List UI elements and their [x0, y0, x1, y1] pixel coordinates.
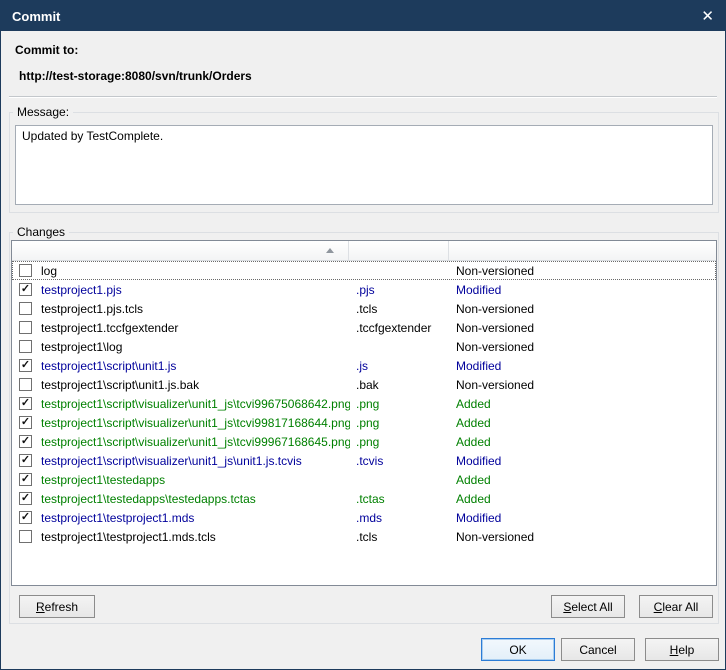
extension-cell: .tctas	[350, 492, 450, 506]
checkbox-unchecked-icon[interactable]	[19, 321, 32, 334]
changes-table: logNon-versioned✓testproject1.pjs.pjsMod…	[11, 240, 717, 586]
table-row[interactable]: testproject1\script\unit1.js.bak.bakNon-…	[12, 375, 716, 394]
extension-cell: .bak	[350, 378, 450, 392]
status-cell: Non-versioned	[450, 264, 715, 278]
checkbox-checked-icon[interactable]: ✓	[19, 454, 32, 467]
clear-all-button[interactable]: Clear All	[639, 595, 713, 618]
changes-list: logNon-versioned✓testproject1.pjs.pjsMod…	[12, 261, 716, 585]
commit-dialog: { "window": { "title": "Commit", "close_…	[0, 0, 726, 670]
file-name-cell: testproject1.pjs	[41, 283, 350, 297]
checkbox-checked-icon[interactable]: ✓	[19, 492, 32, 505]
extension-cell: .png	[350, 435, 450, 449]
table-row[interactable]: log Non-versioned	[12, 261, 716, 280]
table-row[interactable]: ✓ testproject1\script\visualizer\unit1_js…	[12, 432, 716, 451]
table-row[interactable]: testproject1\testproject1.mds.tcls.tclsN…	[12, 527, 716, 546]
commit-to-label: Commit to:	[15, 43, 78, 57]
commit-url: http://test-storage:8080/svn/trunk/Order…	[19, 69, 252, 83]
extension-cell: .mds	[350, 511, 450, 525]
status-cell: Added	[450, 492, 715, 506]
table-row[interactable]: ✓ testproject1\script\visualizer\unit1_js…	[12, 451, 716, 470]
extension-cell: .tcls	[350, 530, 450, 544]
checkbox-unchecked-icon[interactable]	[19, 264, 32, 277]
file-name-cell: testproject1\script\visualizer\unit1_js\…	[41, 435, 350, 449]
file-name-cell: testproject1\script\visualizer\unit1_js\…	[41, 416, 350, 430]
table-header	[12, 241, 716, 261]
file-name-cell: testproject1\script\unit1.js.bak	[41, 378, 350, 392]
checkbox-checked-icon[interactable]: ✓	[19, 435, 32, 448]
file-name-cell: testproject1\testproject1.mds	[41, 511, 350, 525]
table-row[interactable]: testproject1\log Non-versioned	[12, 337, 716, 356]
table-row[interactable]: ✓ testproject1\script\visualizer\unit1_js…	[12, 394, 716, 413]
file-name-cell: testproject1\script\unit1.js	[41, 359, 350, 373]
file-name-cell: testproject1\log	[41, 340, 350, 354]
status-cell: Added	[450, 435, 715, 449]
title-bar[interactable]: Commit ✕	[1, 1, 725, 31]
extension-cell: .js	[350, 359, 450, 373]
table-row[interactable]: ✓ testproject1\testedapps\testedapps.tcta…	[12, 489, 716, 508]
checkbox-unchecked-icon[interactable]	[19, 378, 32, 391]
extension-cell: .tccfgextender	[350, 321, 450, 335]
status-cell: Modified	[450, 359, 715, 373]
checkbox-checked-icon[interactable]: ✓	[19, 473, 32, 486]
extension-cell: .tcls	[350, 302, 450, 316]
status-cell: Non-versioned	[450, 302, 715, 316]
extension-cell: .tcvis	[350, 454, 450, 468]
status-cell: Modified	[450, 283, 715, 297]
status-cell: Non-versioned	[450, 378, 715, 392]
file-name-cell: testproject1\testedapps\testedapps.tctas	[41, 492, 350, 506]
table-row[interactable]: ✓ testproject1\testproject1.mds.mdsModifi…	[12, 508, 716, 527]
status-cell: Added	[450, 473, 715, 487]
table-row[interactable]: ✓ testproject1.pjs.pjsModified	[12, 280, 716, 299]
extension-cell: .png	[350, 397, 450, 411]
status-cell: Non-versioned	[450, 340, 715, 354]
file-name-cell: testproject1\script\visualizer\unit1_js\…	[41, 454, 350, 468]
file-name-cell: testproject1.pjs.tcls	[41, 302, 350, 316]
window-title: Commit	[12, 9, 60, 24]
message-input[interactable]: Updated by TestComplete.	[15, 125, 713, 205]
column-header-status[interactable]	[449, 241, 716, 260]
file-name-cell: testproject1\testedapps	[41, 473, 350, 487]
column-header-extension[interactable]	[349, 241, 449, 260]
ok-button[interactable]: OK	[481, 638, 555, 661]
select-all-button[interactable]: Select All	[551, 595, 625, 618]
close-icon[interactable]: ✕	[701, 9, 714, 24]
table-row[interactable]: testproject1.pjs.tcls.tclsNon-versioned	[12, 299, 716, 318]
file-name-cell: testproject1.tccfgextender	[41, 321, 350, 335]
sort-ascending-icon	[326, 248, 334, 253]
file-name-cell: log	[41, 264, 350, 278]
file-name-cell: testproject1\script\visualizer\unit1_js\…	[41, 397, 350, 411]
status-cell: Non-versioned	[450, 321, 715, 335]
status-cell: Added	[450, 397, 715, 411]
checkbox-unchecked-icon[interactable]	[19, 340, 32, 353]
table-row[interactable]: testproject1.tccfgextender.tccfgextender…	[12, 318, 716, 337]
checkbox-checked-icon[interactable]: ✓	[19, 359, 32, 372]
message-label: Message:	[13, 105, 73, 119]
extension-cell: .png	[350, 416, 450, 430]
table-row[interactable]: ✓ testproject1\script\unit1.js.jsModified	[12, 356, 716, 375]
status-cell: Added	[450, 416, 715, 430]
status-cell: Modified	[450, 454, 715, 468]
separator-line	[9, 96, 717, 98]
cancel-button[interactable]: Cancel	[561, 638, 635, 661]
table-row[interactable]: ✓ testproject1\script\visualizer\unit1_js…	[12, 413, 716, 432]
column-header-name[interactable]	[12, 241, 349, 260]
help-button[interactable]: Help	[645, 638, 719, 661]
checkbox-checked-icon[interactable]: ✓	[19, 283, 32, 296]
table-row[interactable]: ✓ testproject1\testedapps Added	[12, 470, 716, 489]
checkbox-unchecked-icon[interactable]	[19, 530, 32, 543]
changes-label: Changes	[13, 225, 69, 239]
checkbox-unchecked-icon[interactable]	[19, 302, 32, 315]
checkbox-checked-icon[interactable]: ✓	[19, 397, 32, 410]
extension-cell: .pjs	[350, 283, 450, 297]
checkbox-checked-icon[interactable]: ✓	[19, 511, 32, 524]
status-cell: Modified	[450, 511, 715, 525]
checkbox-checked-icon[interactable]: ✓	[19, 416, 32, 429]
refresh-button[interactable]: Refresh	[19, 595, 95, 618]
file-name-cell: testproject1\testproject1.mds.tcls	[41, 530, 350, 544]
status-cell: Non-versioned	[450, 530, 715, 544]
